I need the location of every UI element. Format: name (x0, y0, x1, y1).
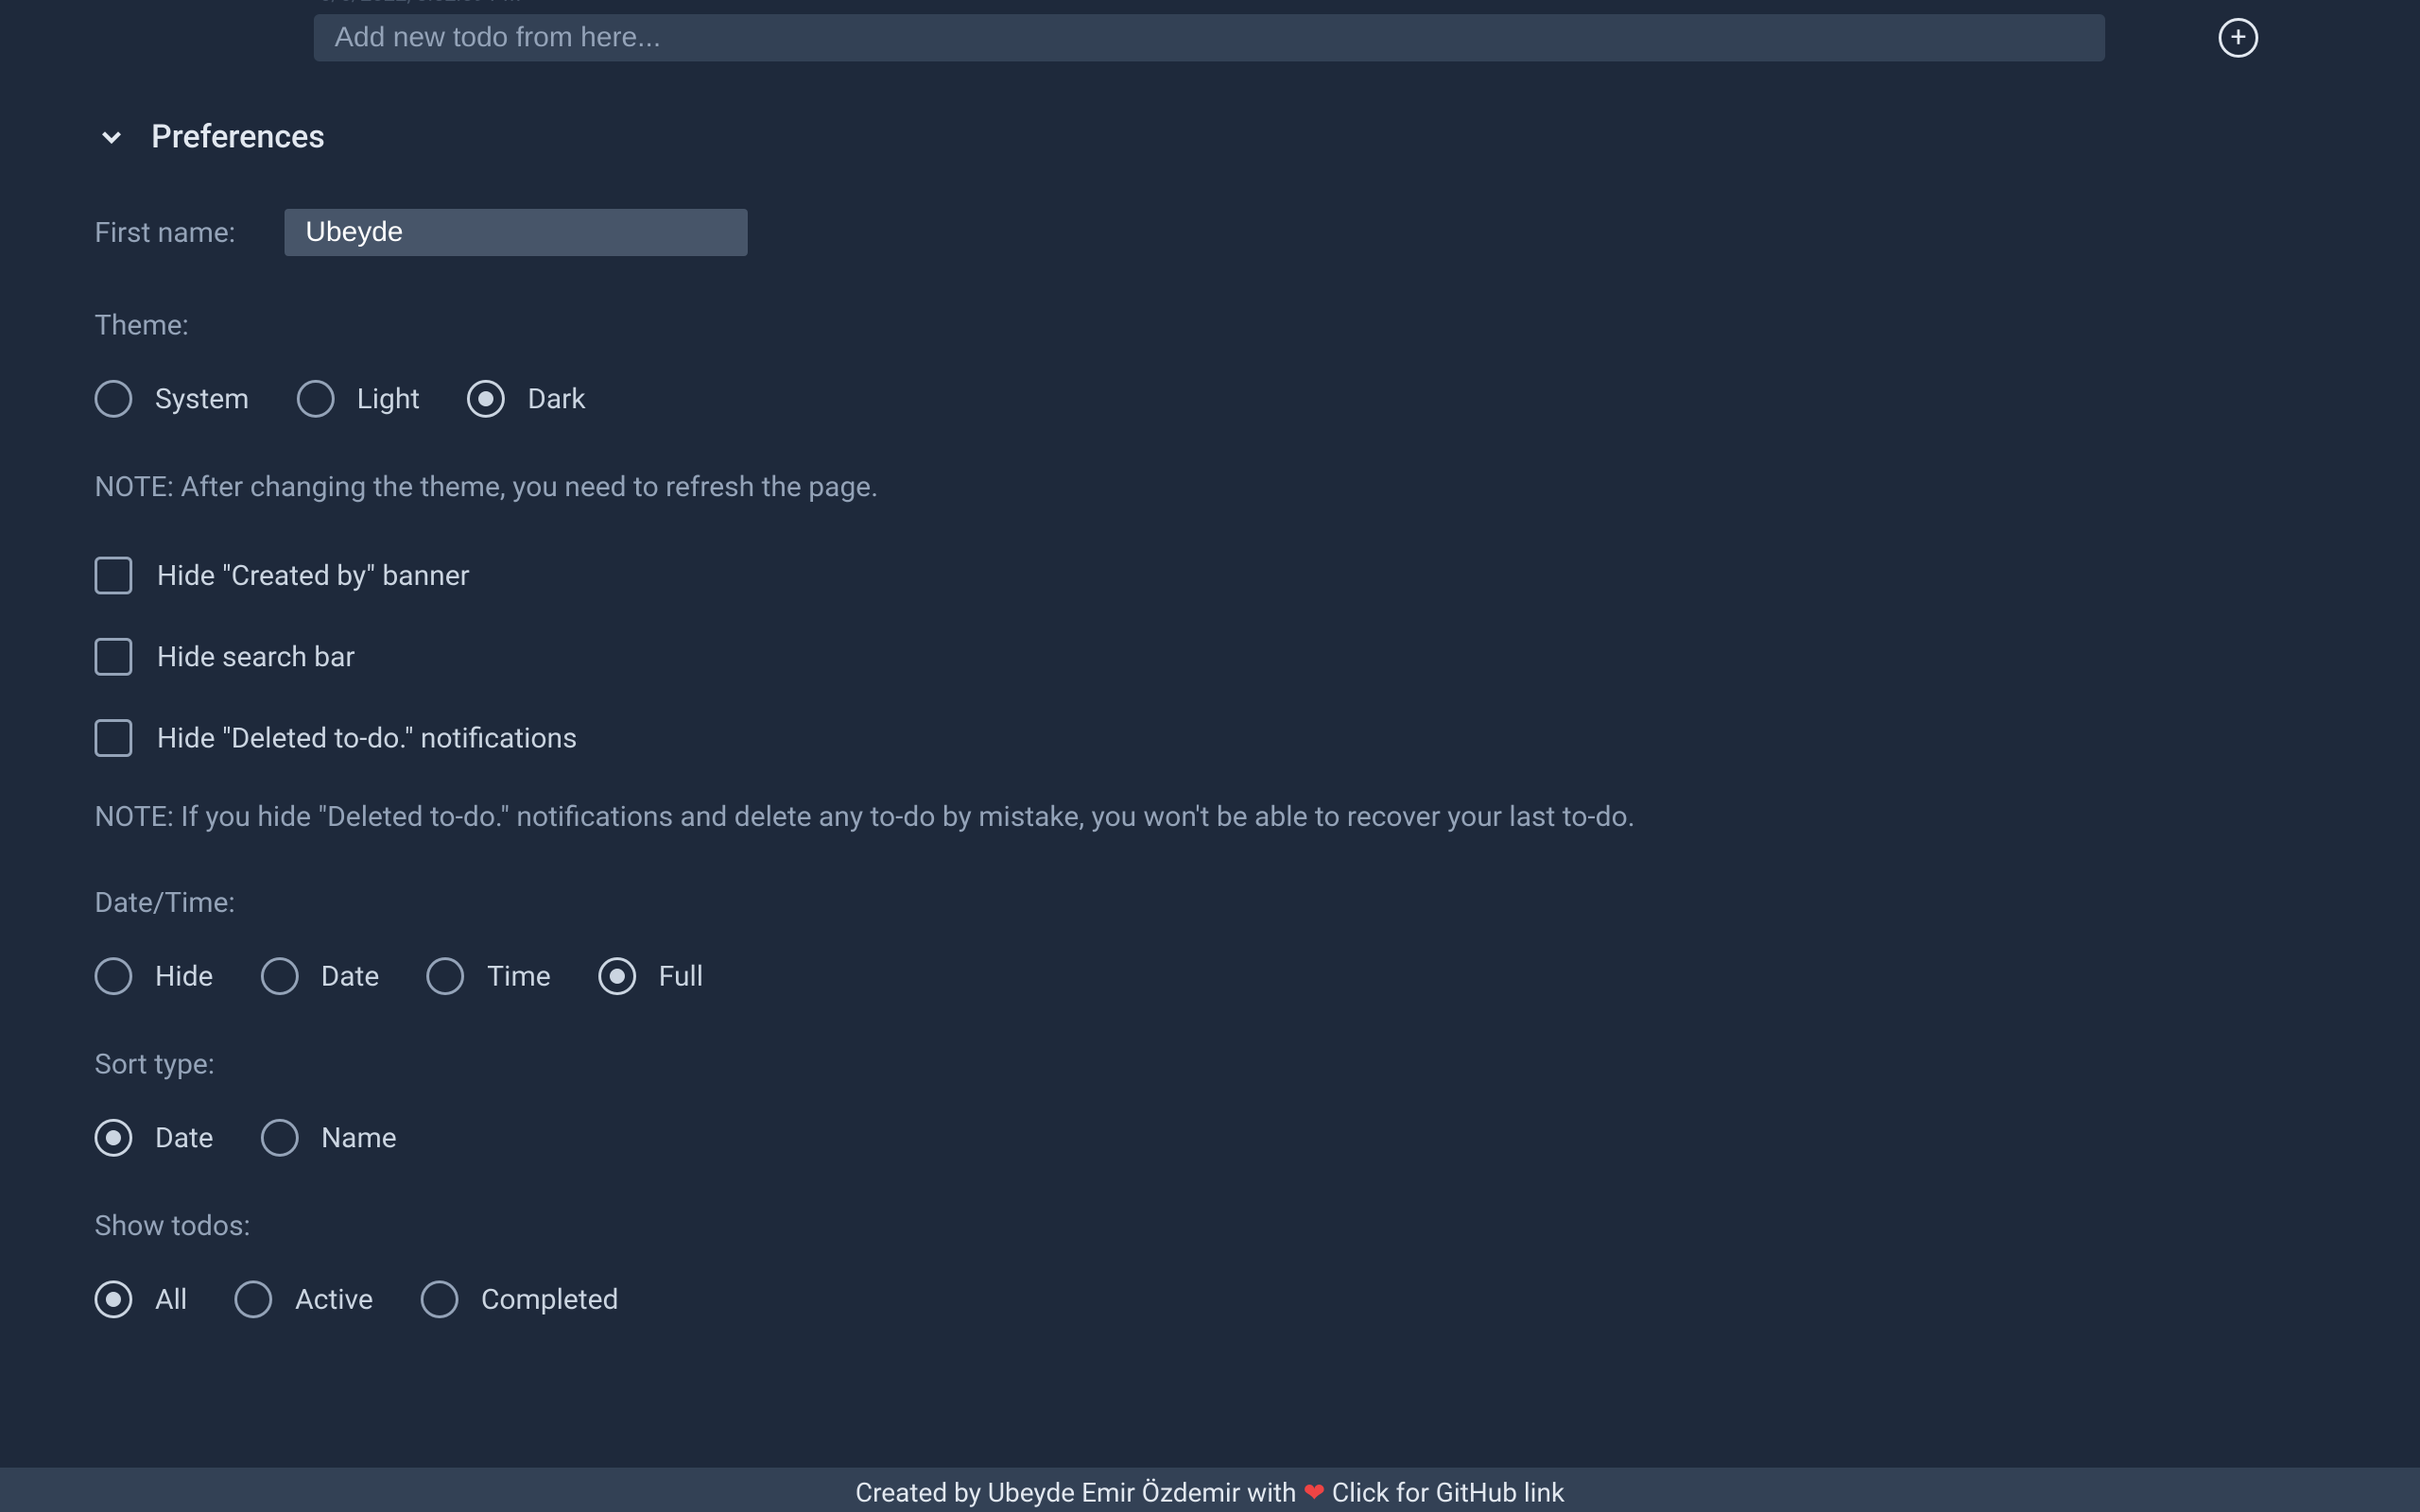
radio-option-completed[interactable]: Completed (421, 1280, 619, 1318)
radio-option-hide[interactable]: Hide (95, 957, 214, 995)
radio-option-light[interactable]: Light (297, 380, 421, 418)
footer-text-before: Created by Ubeyde Emir Özdemir with (856, 1477, 1297, 1508)
radio-label: Time (487, 960, 550, 993)
radio-label: System (155, 383, 250, 416)
radio-label: Light (357, 383, 421, 416)
theme-radio-group: System Light Dark (95, 380, 2325, 418)
radio-option-time[interactable]: Time (426, 957, 550, 995)
created-by-banner[interactable]: Created by Ubeyde Emir Özdemir with ❤ Cl… (0, 1468, 2420, 1512)
show-radio-group: All Active Completed (95, 1280, 2325, 1318)
add-todo-button[interactable]: + (2219, 18, 2258, 58)
radio-label: Name (321, 1122, 397, 1155)
radio-option-date[interactable]: Date (95, 1119, 214, 1157)
radio-label: Dark (527, 383, 585, 416)
checkbox-label: Hide "Created by" banner (157, 559, 470, 593)
radio-label: Date (155, 1122, 214, 1155)
hide-search-checkbox[interactable]: Hide search bar (95, 638, 2325, 676)
hide-deleted-note: NOTE: If you hide "Deleted to-do." notif… (95, 800, 2325, 833)
checkbox-icon (95, 719, 132, 757)
radio-label: Active (295, 1283, 373, 1316)
radio-label: All (155, 1283, 187, 1316)
checkbox-icon (95, 557, 132, 594)
radio-label: Full (659, 960, 703, 993)
hide-deleted-checkbox[interactable]: Hide "Deleted to-do." notifications (95, 719, 2325, 757)
radio-icon (421, 1280, 458, 1318)
radio-icon (95, 1119, 132, 1157)
radio-icon (426, 957, 464, 995)
radio-option-date[interactable]: Date (261, 957, 380, 995)
sort-radio-group: Date Name (95, 1119, 2325, 1157)
heart-icon: ❤ (1304, 1477, 1325, 1508)
sort-label: Sort type: (95, 1048, 2325, 1081)
radio-icon (261, 1119, 299, 1157)
last-todo-timestamp: 6/6/2022, 8:52:59 PM (320, 0, 2325, 7)
radio-option-name[interactable]: Name (261, 1119, 397, 1157)
theme-note: NOTE: After changing the theme, you need… (95, 471, 2325, 504)
radio-icon (261, 957, 299, 995)
radio-option-full[interactable]: Full (598, 957, 703, 995)
datetime-label: Date/Time: (95, 886, 2325, 919)
theme-label: Theme: (95, 309, 2325, 342)
checkbox-label: Hide search bar (157, 641, 355, 674)
radio-label: Hide (155, 960, 214, 993)
chevron-down-icon (95, 120, 129, 154)
datetime-radio-group: Hide Date Time Full (95, 957, 2325, 995)
hide-created-by-checkbox[interactable]: Hide "Created by" banner (95, 557, 2325, 594)
add-todo-input[interactable] (314, 14, 2105, 61)
radio-icon (467, 380, 505, 418)
plus-icon: + (2230, 24, 2246, 52)
radio-option-all[interactable]: All (95, 1280, 187, 1318)
preferences-toggle[interactable]: Preferences (95, 118, 2325, 156)
preferences-title: Preferences (151, 118, 325, 156)
radio-option-system[interactable]: System (95, 380, 250, 418)
radio-icon (297, 380, 335, 418)
radio-label: Completed (481, 1283, 619, 1316)
radio-icon (95, 1280, 132, 1318)
first-name-label: First name: (95, 216, 235, 249)
first-name-input[interactable] (285, 209, 748, 256)
radio-option-active[interactable]: Active (234, 1280, 373, 1318)
radio-icon (234, 1280, 272, 1318)
radio-label: Date (321, 960, 380, 993)
radio-icon (598, 957, 636, 995)
radio-icon (95, 380, 132, 418)
radio-icon (95, 957, 132, 995)
show-label: Show todos: (95, 1210, 2325, 1243)
checkbox-label: Hide "Deleted to-do." notifications (157, 722, 578, 755)
radio-option-dark[interactable]: Dark (467, 380, 585, 418)
footer-github-link[interactable]: Click for GitHub link (1332, 1477, 1564, 1508)
checkbox-icon (95, 638, 132, 676)
